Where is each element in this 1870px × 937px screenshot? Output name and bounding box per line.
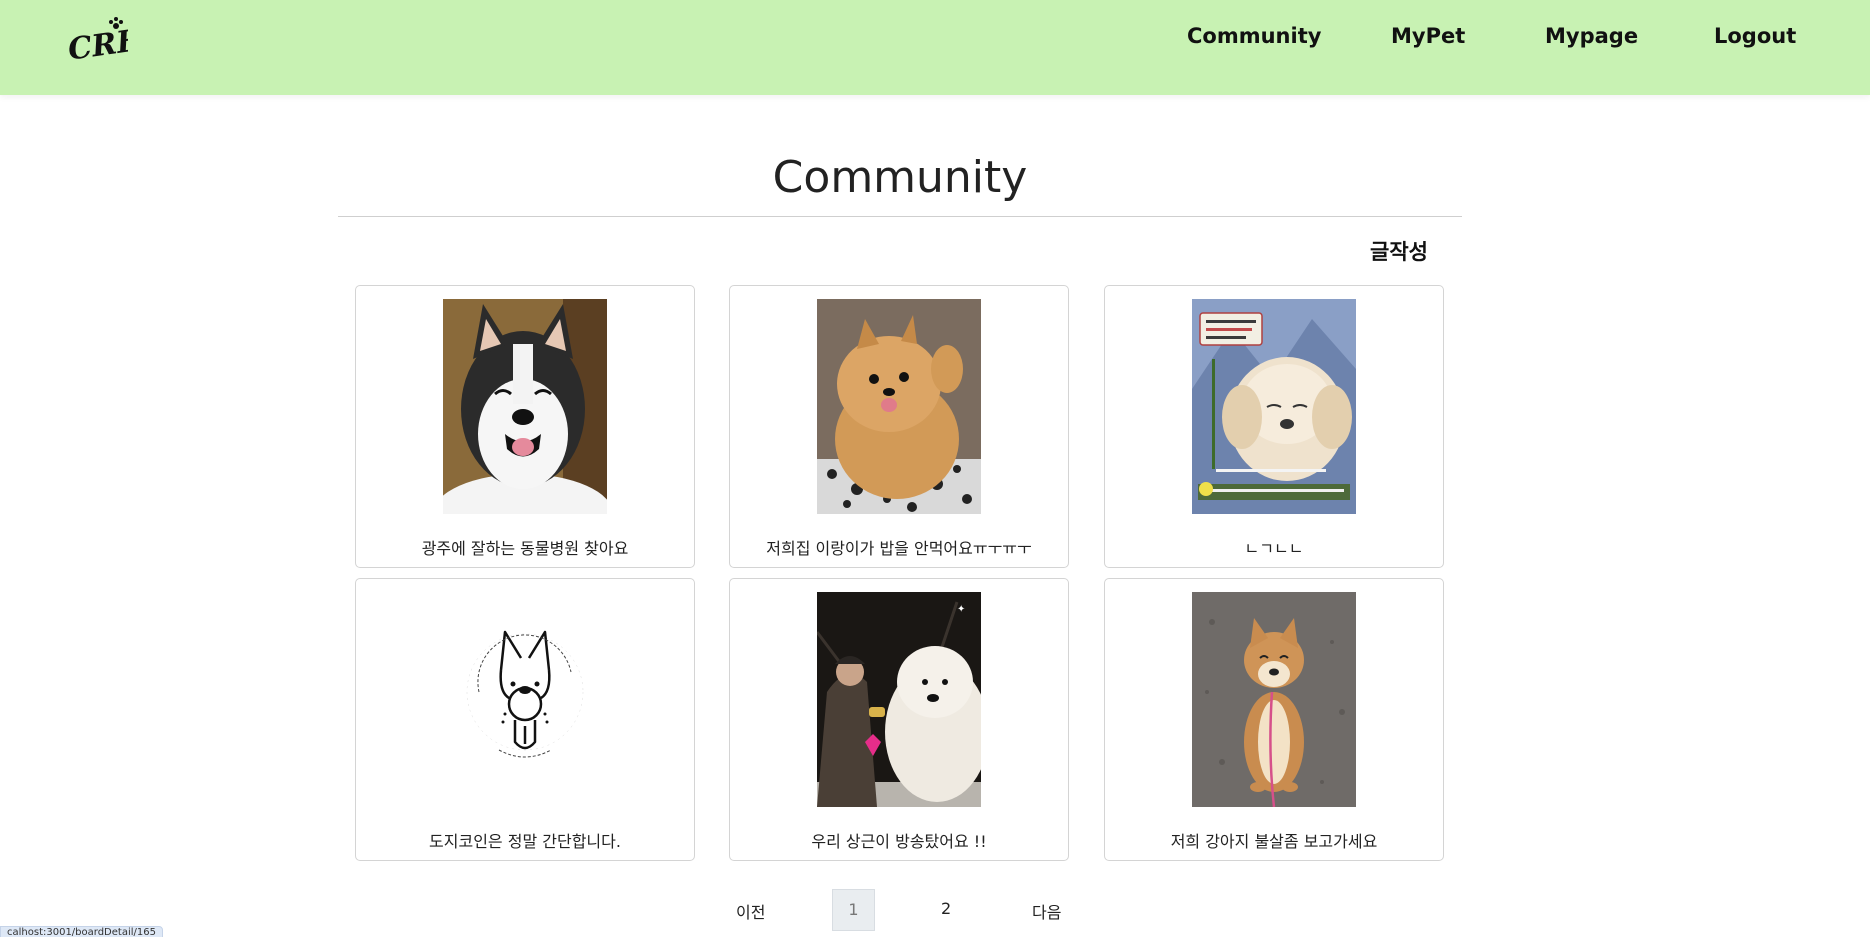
pagination-next-button[interactable]: 다음 xyxy=(1032,899,1061,923)
post-thumbnail xyxy=(1192,592,1356,807)
nav-community[interactable]: Community xyxy=(1187,24,1321,48)
post-thumbnail xyxy=(443,299,607,514)
post-card[interactable]: 저희집 이랑이가 밥을 안먹어요ㅠㅜㅠㅜ xyxy=(729,285,1069,568)
nav-mypage[interactable]: Mypage xyxy=(1545,24,1638,48)
post-thumbnail: ✦ xyxy=(817,592,981,807)
logo-icon: CRH xyxy=(66,17,149,68)
post-card[interactable]: 도지코인은 정말 간단합니다. xyxy=(355,578,695,861)
post-title: 광주에 잘하는 동물병원 찾아요 xyxy=(421,539,629,558)
post-title: 도지코인은 정말 간단합니다. xyxy=(429,832,621,851)
post-title: 우리 상근이 방송탔어요 !! xyxy=(811,832,987,851)
post-card[interactable]: 광주에 잘하는 동물병원 찾아요 xyxy=(355,285,695,568)
svg-text:CRH: CRH xyxy=(66,22,128,68)
status-bar-url: calhost:3001/boardDetail/165 xyxy=(0,926,163,937)
post-card[interactable]: ㄴㄱㄴㄴ xyxy=(1104,285,1444,568)
pagination-page-1[interactable]: 1 xyxy=(832,889,875,931)
write-post-button[interactable]: 글작성 xyxy=(1370,236,1428,266)
top-navbar: CRH Community MyPet Mypage Logout xyxy=(0,0,1870,95)
nav-logout[interactable]: Logout xyxy=(1714,24,1796,48)
pagination-prev-button[interactable]: 이전 xyxy=(736,899,765,923)
post-thumbnail xyxy=(817,299,981,514)
post-card[interactable]: ✦ 우리 상근이 방송탔어요 !! xyxy=(729,578,1069,861)
post-thumbnail xyxy=(443,592,607,807)
title-divider xyxy=(338,216,1462,217)
post-title: 저희 강아지 불살좀 보고가세요 xyxy=(1170,832,1378,851)
post-card[interactable]: 저희 강아지 불살좀 보고가세요 xyxy=(1104,578,1444,861)
post-title: 저희집 이랑이가 밥을 안먹어요ㅠㅜㅠㅜ xyxy=(766,539,1032,558)
svg-text:✦: ✦ xyxy=(957,604,965,615)
nav-mypet[interactable]: MyPet xyxy=(1391,24,1465,48)
site-logo[interactable]: CRH xyxy=(66,16,149,70)
post-title: ㄴㄱㄴㄴ xyxy=(1244,539,1304,558)
post-thumbnail xyxy=(1192,299,1356,514)
pagination-page-2[interactable]: 2 xyxy=(941,899,951,918)
page-title: Community xyxy=(772,152,1028,203)
